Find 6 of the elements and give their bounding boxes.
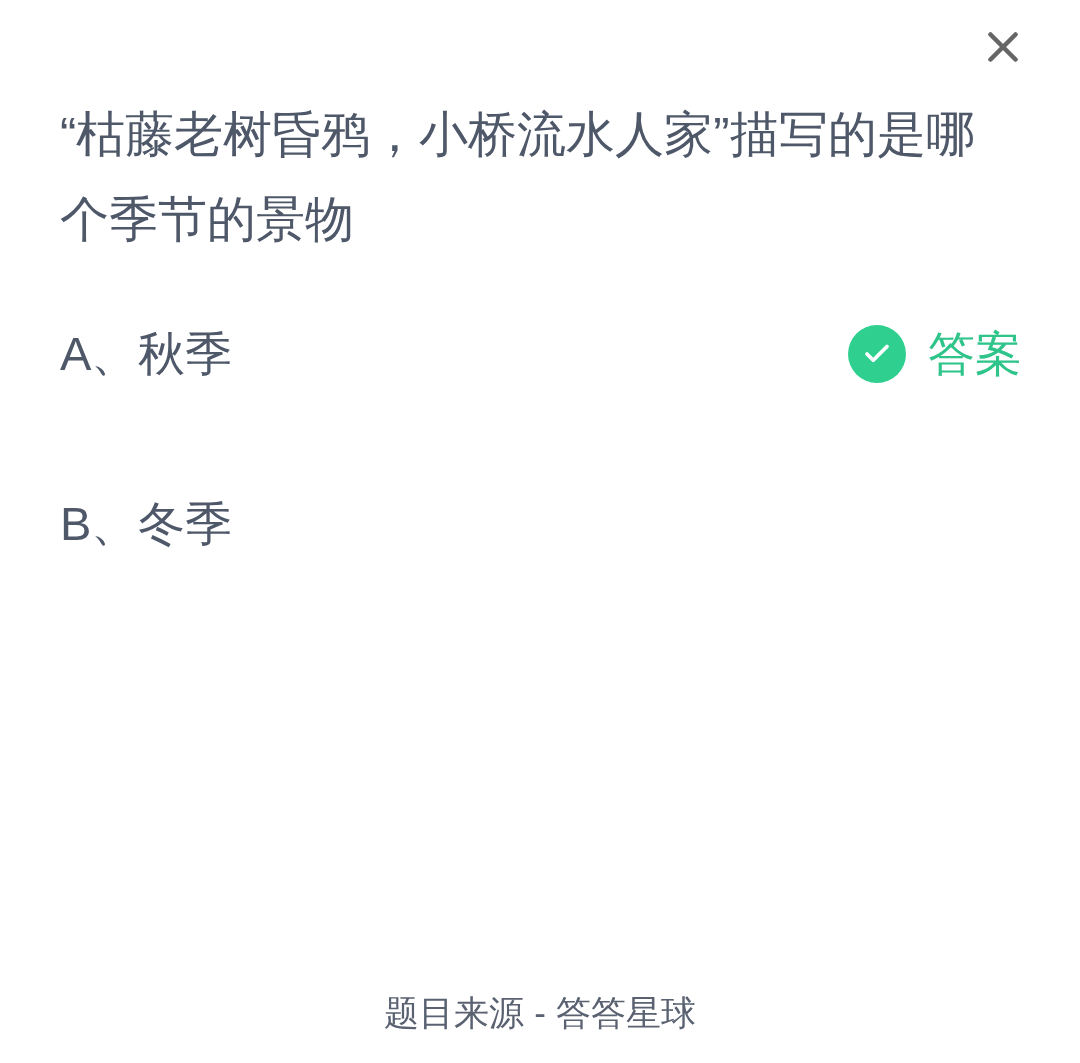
check-icon: [848, 325, 906, 383]
answer-option[interactable]: A、秋季: [60, 318, 233, 390]
question-text: “枯藤老树昏鸦，小桥流水人家”描写的是哪个季节的景物: [60, 106, 976, 248]
answer-label: 答案: [928, 325, 1022, 382]
answer-option[interactable]: B、冬季: [60, 488, 233, 560]
source-footer: 题目来源 - 答答星球: [384, 986, 696, 1039]
